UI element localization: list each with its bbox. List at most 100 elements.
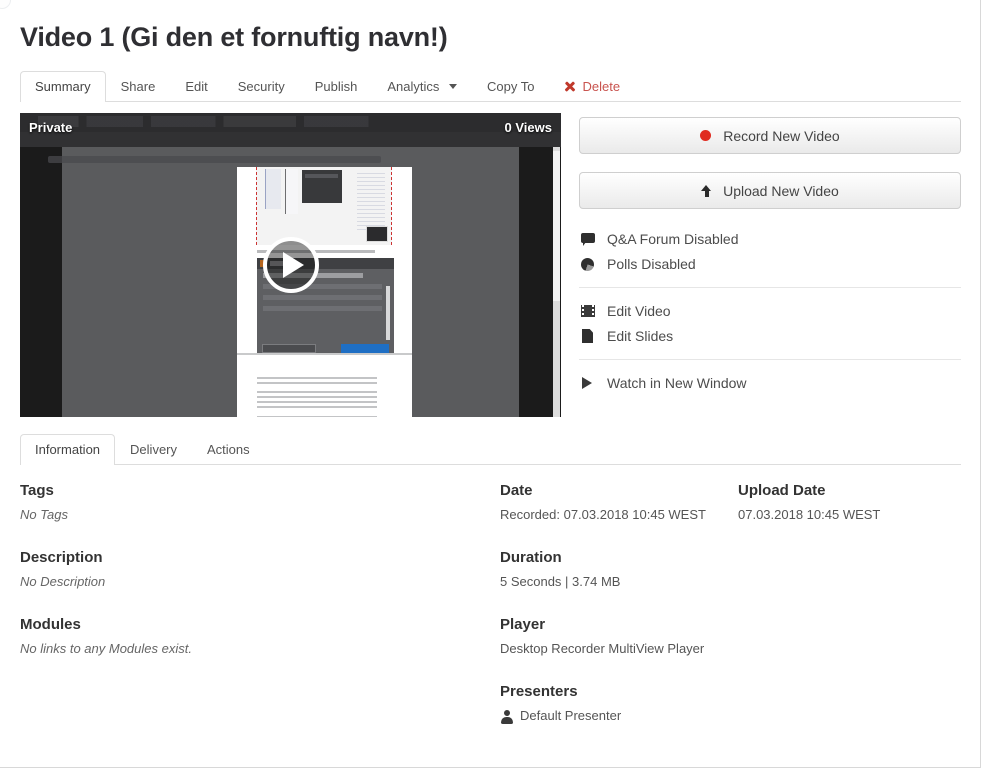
thumb-app-button-left	[262, 344, 316, 354]
thumb-app-button-right	[341, 344, 389, 354]
menu-item-polls-label: Polls Disabled	[607, 256, 696, 273]
play-triangle	[283, 252, 304, 279]
corner-decoration	[0, 0, 11, 9]
action-panel: Record New Video Upload New Video Q&A Fo…	[579, 113, 961, 396]
menu-item-polls[interactable]: Polls Disabled	[579, 252, 961, 276]
tab-summary[interactable]: Summary	[20, 71, 106, 103]
record-new-video-button[interactable]: Record New Video	[579, 117, 961, 155]
info-block-modules: Modules No links to any Modules exist.	[20, 616, 500, 656]
speech-bubble-icon	[579, 231, 601, 247]
thumb-browser-tabs	[38, 116, 441, 128]
tab-share[interactable]: Share	[106, 71, 171, 102]
tab-edit[interactable]: Edit	[170, 71, 222, 102]
tab-analytics[interactable]: Analytics	[372, 71, 472, 102]
tab-summary-label: Summary	[35, 79, 91, 95]
tab-copy-to-label: Copy To	[487, 79, 535, 95]
tab-delivery[interactable]: Delivery	[115, 434, 192, 465]
tab-security-label: Security	[237, 79, 285, 95]
action-group-engagement: Q&A Forum Disabled Polls Disabled	[579, 227, 961, 276]
video-player[interactable]: Private 0 Views	[20, 113, 561, 418]
info-heading-date: Date	[500, 482, 533, 500]
menu-item-edit-video-label: Edit Video	[607, 303, 671, 320]
thumb-paragraph-2	[257, 391, 377, 411]
pie-chart-icon	[579, 256, 601, 272]
info-value-date: Recorded: 07.03.2018 10:45 WEST	[500, 507, 706, 523]
tab-copy-to[interactable]: Copy To	[472, 71, 549, 102]
info-value-player: Desktop Recorder MultiView Player	[500, 641, 705, 657]
info-block-duration: Duration 5 Seconds | 3.74 MB	[500, 549, 738, 589]
thumb-browser-urlbar	[20, 132, 561, 164]
tab-actions-label: Actions	[207, 442, 250, 458]
thumb-mini-dark-window	[302, 170, 342, 204]
page-frame: Video 1 (Gi den et fornuftig navn!) Summ…	[0, 0, 981, 768]
info-block-player: Player Desktop Recorder MultiView Player	[500, 616, 738, 656]
chevron-down-icon	[449, 84, 457, 90]
tab-delete[interactable]: Delete	[549, 71, 635, 102]
upload-new-video-button[interactable]: Upload New Video	[579, 172, 961, 210]
info-block-tags: Tags No Tags	[20, 482, 500, 522]
thumb-page-scrollbar	[553, 147, 560, 418]
info-block-date: Date Recorded: 07.03.2018 10:45 WEST	[500, 482, 738, 522]
primary-tab-strip: Summary Share Edit Security Publish Anal…	[20, 71, 961, 103]
thumb-mini-column-b	[285, 169, 298, 215]
info-heading-modules: Modules	[20, 616, 81, 634]
info-value-modules: No links to any Modules exist.	[20, 641, 192, 657]
thumb-letterbox-left	[20, 147, 62, 418]
tab-publish[interactable]: Publish	[300, 71, 373, 102]
tab-actions[interactable]: Actions	[192, 434, 265, 465]
action-group-watch: Watch in New Window	[579, 359, 961, 395]
user-icon	[500, 709, 513, 724]
document-icon	[579, 328, 601, 344]
record-dot-icon	[700, 130, 712, 142]
privacy-badge: Private	[29, 120, 73, 136]
menu-item-watch-new-window-label: Watch in New Window	[607, 375, 747, 392]
tab-security[interactable]: Security	[223, 71, 300, 102]
thumb-paragraph-3	[257, 416, 377, 418]
menu-item-qa-forum[interactable]: Q&A Forum Disabled	[579, 227, 961, 251]
menu-item-watch-new-window[interactable]: Watch in New Window	[579, 371, 961, 395]
thumb-mini-webcam-pip	[366, 226, 388, 243]
upload-new-video-label: Upload New Video	[723, 182, 839, 199]
menu-item-qa-forum-label: Q&A Forum Disabled	[607, 231, 739, 248]
info-value-upload-date: 07.03.2018 10:45 WEST	[738, 507, 881, 523]
play-icon[interactable]	[262, 237, 319, 294]
thumb-mini-text-lines	[357, 173, 385, 232]
views-badge: 0 Views	[504, 120, 552, 136]
presenter-row: Default Presenter	[500, 708, 738, 724]
tab-information-label: Information	[35, 442, 101, 458]
info-heading-duration: Duration	[500, 549, 562, 567]
info-heading-description: Description	[20, 549, 103, 567]
action-group-editing: Edit Video Edit Slides	[579, 287, 961, 348]
info-block-description: Description No Description	[20, 549, 500, 589]
tab-share-label: Share	[120, 79, 156, 95]
delete-x-icon	[564, 81, 575, 92]
tab-delete-label: Delete	[582, 79, 621, 95]
record-new-video-label: Record New Video	[723, 127, 840, 144]
film-strip-icon	[579, 303, 601, 319]
info-value-presenters: Default Presenter	[520, 708, 622, 724]
thumb-scrollbar-knob	[553, 151, 560, 302]
tab-analytics-label: Analytics	[387, 79, 440, 95]
page-content: Video 1 (Gi den et fornuftig navn!) Summ…	[20, 0, 961, 750]
info-block-upload-date: Upload Date 07.03.2018 10:45 WEST	[738, 482, 961, 522]
info-block-presenters: Presenters Default Presenter	[500, 683, 738, 724]
menu-item-edit-slides[interactable]: Edit Slides	[579, 324, 961, 348]
thumb-paragraph-1	[257, 377, 377, 387]
info-value-tags: No Tags	[20, 507, 68, 523]
info-heading-player: Player	[500, 616, 546, 634]
info-column-right: Upload Date 07.03.2018 10:45 WEST	[738, 482, 961, 750]
thumb-app-scrollbar	[386, 286, 390, 341]
info-value-duration: 5 Seconds | 3.74 MB	[500, 574, 621, 590]
thumb-mini-column-a	[265, 169, 281, 210]
menu-item-edit-video[interactable]: Edit Video	[579, 299, 961, 323]
information-panel: Tags No Tags Description No Description …	[20, 482, 961, 750]
tab-publish-label: Publish	[314, 79, 358, 95]
page-title: Video 1 (Gi den et fornuftig navn!)	[20, 22, 448, 52]
thumb-inner-screenshot	[256, 167, 392, 246]
info-heading-tags: Tags	[20, 482, 54, 500]
tab-information[interactable]: Information	[20, 434, 116, 466]
info-column-middle: Date Recorded: 07.03.2018 10:45 WEST Dur…	[500, 482, 738, 750]
menu-item-edit-slides-label: Edit Slides	[607, 328, 674, 345]
thumb-document-page-2	[237, 353, 412, 418]
info-column-left: Tags No Tags Description No Description …	[20, 482, 500, 750]
